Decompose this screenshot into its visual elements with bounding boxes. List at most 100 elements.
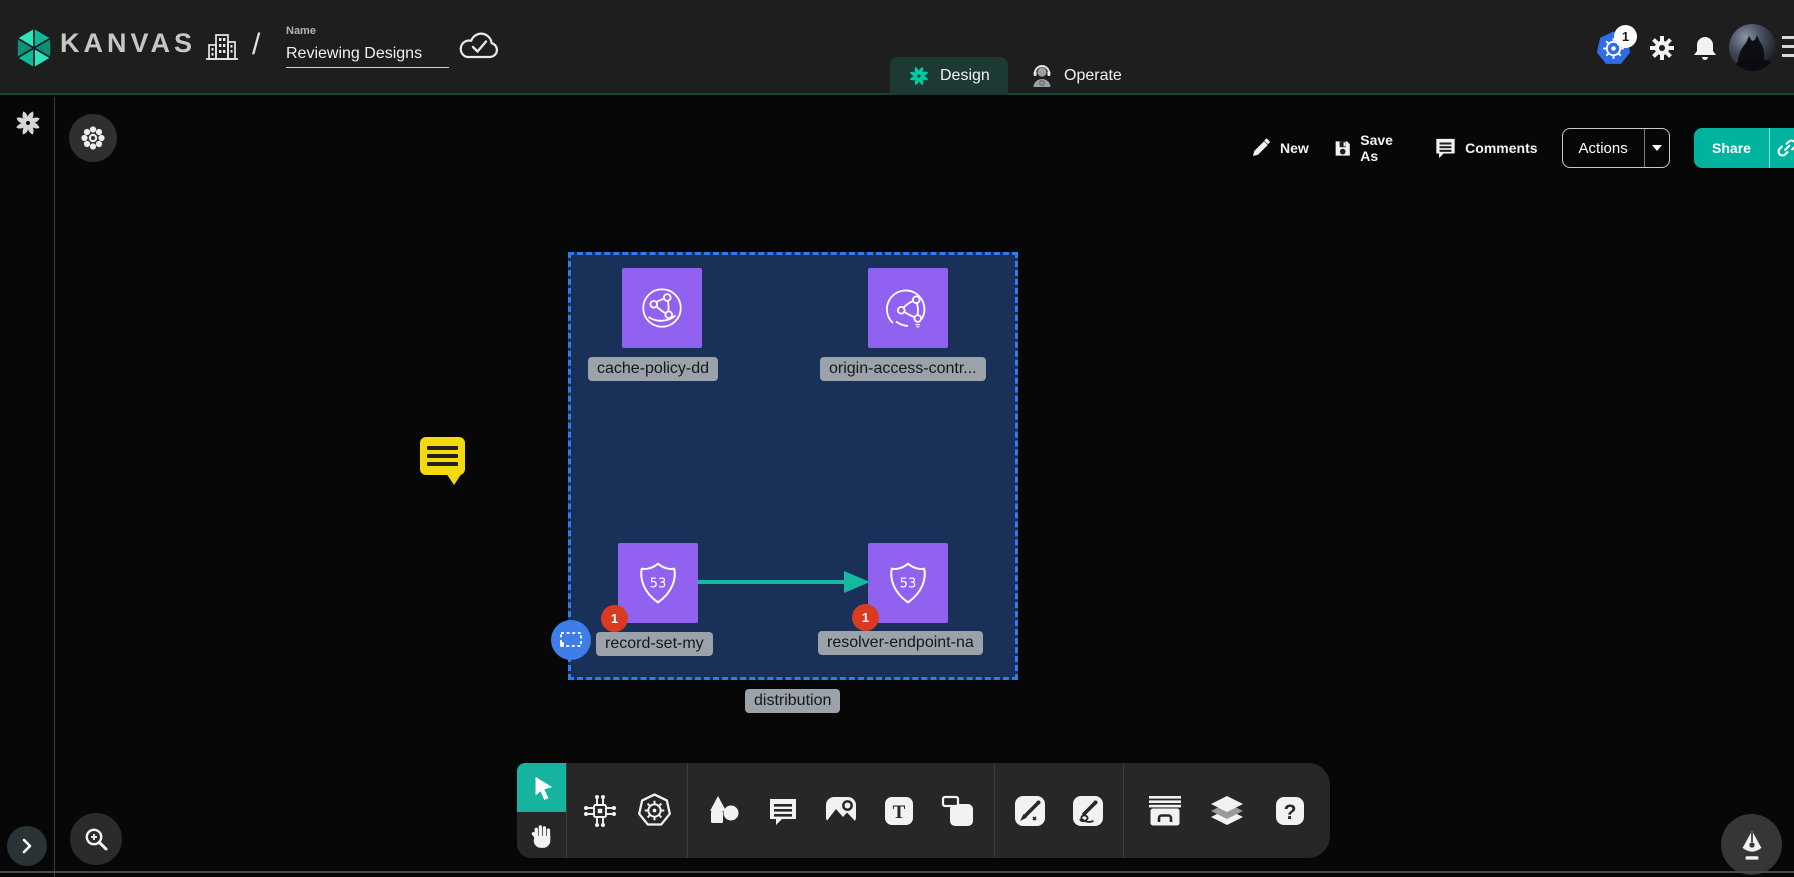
sticky-note-icon <box>941 794 975 828</box>
whiteboard-flower-button[interactable] <box>69 114 117 162</box>
share-button-group[interactable]: Share <box>1694 128 1794 168</box>
dashed-rect-icon <box>559 631 583 649</box>
copy-link-button[interactable] <box>1770 128 1794 168</box>
flower-icon <box>79 124 107 152</box>
new-button-label: New <box>1280 140 1309 156</box>
comment-line <box>427 446 458 450</box>
media-tool-button[interactable] <box>819 789 863 833</box>
new-button[interactable]: New <box>1250 137 1309 159</box>
archive-drawer-icon <box>1146 794 1184 828</box>
resolver-badge[interactable]: 1 <box>852 604 879 631</box>
toolbar-segment-extras: ? <box>1124 763 1330 858</box>
toolbar-segment-infra <box>567 763 687 858</box>
app-header: KANVAS / Name <box>0 0 1794 95</box>
route53-record-set-icon: 53 <box>627 552 689 614</box>
svg-text:?: ? <box>1283 801 1296 824</box>
pen-mode-button[interactable] <box>1721 814 1782 875</box>
selection-group-label[interactable]: distribution <box>745 689 840 713</box>
cursor-icon <box>530 775 554 801</box>
comment-bubble-icon <box>767 795 799 827</box>
cloud-saved-icon <box>456 26 502 68</box>
tab-operate[interactable]: Operate <box>1012 57 1140 95</box>
svg-text:T: T <box>893 802 906 823</box>
design-name-input[interactable] <box>286 40 449 68</box>
canvas-action-bar: New Save As Comments Actions Share <box>1250 127 1794 169</box>
select-tool-button[interactable] <box>517 763 566 812</box>
user-avatar[interactable] <box>1729 24 1776 71</box>
pen-nib-icon <box>1737 829 1767 861</box>
text-icon: T <box>883 795 915 827</box>
settings-gear-icon[interactable] <box>1648 34 1676 62</box>
zoom-in-button[interactable] <box>70 813 122 865</box>
canvas-toolbar: T <box>517 763 1330 858</box>
node-origin-access-control[interactable] <box>868 268 948 348</box>
image-icon <box>824 795 858 827</box>
shapes-tool-button[interactable] <box>702 789 746 833</box>
hand-icon <box>530 822 554 848</box>
chevron-right-icon <box>18 836 36 856</box>
save-floppy-icon <box>1333 138 1352 159</box>
sidebar-spiral-icon[interactable] <box>14 109 42 137</box>
pen-tool-button[interactable] <box>1008 789 1052 833</box>
expand-sidebar-button[interactable] <box>7 826 47 866</box>
kubernetes-helm-icon <box>636 792 673 829</box>
canvas-comment-marker[interactable] <box>420 437 465 475</box>
selection-group-handle[interactable] <box>551 620 591 660</box>
shapes-icon <box>708 795 740 827</box>
actions-dropdown[interactable]: Actions <box>1562 128 1671 168</box>
kanvas-logo-icon[interactable] <box>12 26 56 70</box>
operate-headset-icon <box>1030 64 1054 88</box>
breadcrumb-separator: / <box>252 28 260 62</box>
comments-icon <box>1434 137 1457 159</box>
save-as-button-label: Save As <box>1360 132 1410 164</box>
comment-marker-tail <box>446 473 462 485</box>
app-logo-text: KANVAS <box>60 28 196 59</box>
sidebar-divider <box>54 97 55 877</box>
components-drawer-button[interactable] <box>1143 789 1187 833</box>
node-record-set[interactable]: 53 <box>618 543 698 623</box>
toolbar-segment-draw <box>995 763 1123 858</box>
comment-line <box>427 454 458 458</box>
tab-design[interactable]: Design <box>890 57 1008 95</box>
notification-count-badge[interactable]: 1 <box>1614 25 1637 48</box>
node-label-origin-access[interactable]: origin-access-contr... <box>820 357 986 381</box>
toolbar-main: T <box>567 763 1330 858</box>
edge-arrow[interactable] <box>694 568 874 598</box>
comments-button[interactable]: Comments <box>1434 137 1537 159</box>
text-tool-button[interactable]: T <box>877 789 921 833</box>
pan-tool-button[interactable] <box>517 812 566 858</box>
record-set-badge[interactable]: 1 <box>601 605 628 632</box>
note-tool-button[interactable] <box>936 789 980 833</box>
tab-operate-label: Operate <box>1064 67 1122 85</box>
layers-button[interactable] <box>1205 789 1249 833</box>
comments-button-label: Comments <box>1465 140 1537 156</box>
layers-icon <box>1209 793 1245 829</box>
comment-tool-button[interactable] <box>761 789 805 833</box>
infrastructure-tool-button[interactable] <box>578 789 622 833</box>
notifications-bell-icon[interactable] <box>1692 34 1718 62</box>
menu-hamburger-icon[interactable] <box>1782 33 1794 63</box>
pencil-tool-button[interactable] <box>1066 789 1110 833</box>
cloudfront-origin-access-icon <box>878 278 938 338</box>
pencil-scribble-icon <box>1071 794 1105 828</box>
help-button[interactable]: ? <box>1268 789 1312 833</box>
link-icon <box>1776 137 1794 159</box>
chevron-down-icon <box>1652 145 1662 151</box>
tab-design-label: Design <box>940 67 990 85</box>
node-cache-policy[interactable] <box>622 268 702 348</box>
help-icon: ? <box>1274 795 1306 827</box>
cloudfront-cache-policy-icon <box>632 278 692 338</box>
node-label-record-set[interactable]: record-set-my <box>596 632 713 656</box>
save-as-button[interactable]: Save As <box>1333 132 1410 164</box>
kubernetes-tool-button[interactable] <box>632 789 676 833</box>
svg-text:53: 53 <box>900 577 917 592</box>
node-label-cache-policy[interactable]: cache-policy-dd <box>588 357 718 381</box>
actions-dropdown-label[interactable]: Actions <box>1563 129 1644 167</box>
organization-icon[interactable] <box>204 29 240 65</box>
magnifier-plus-icon <box>83 826 109 852</box>
node-label-resolver[interactable]: resolver-endpoint-na <box>818 631 983 655</box>
actions-caret-button[interactable] <box>1645 129 1670 167</box>
toolbar-segment-annotate: T <box>688 763 994 858</box>
node-resolver-endpoint[interactable]: 53 <box>868 543 948 623</box>
share-button-label[interactable]: Share <box>1694 128 1769 168</box>
